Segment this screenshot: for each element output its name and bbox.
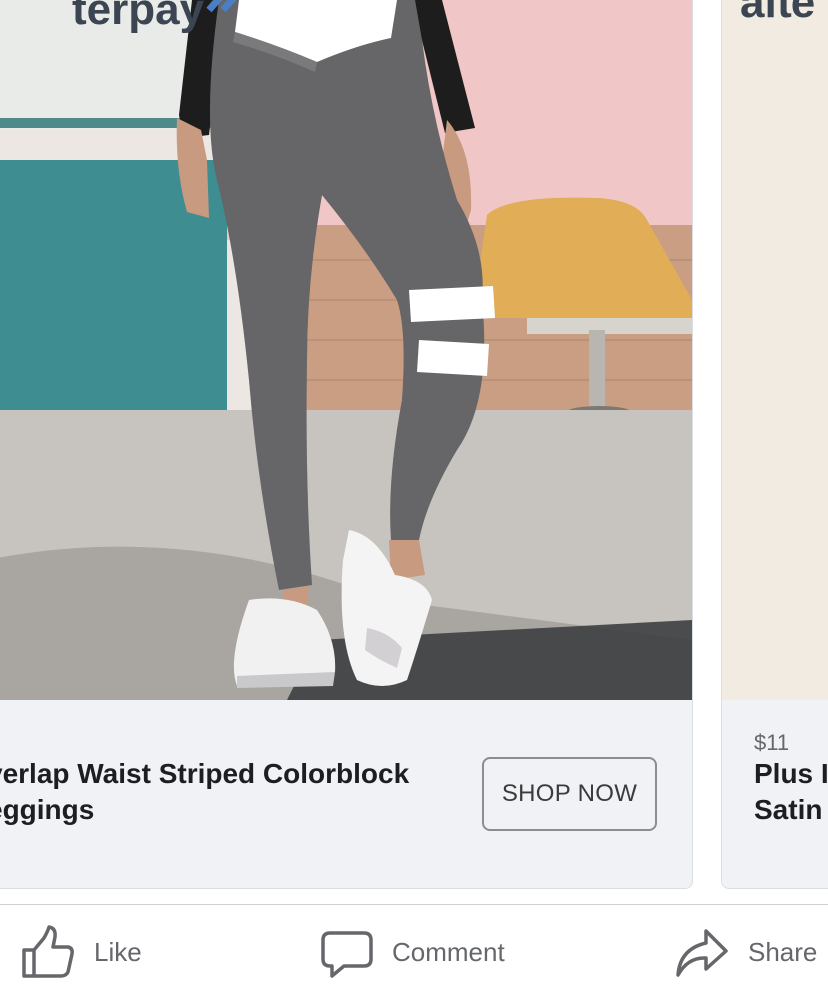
product-price: $11 xyxy=(754,730,790,755)
brand-watermark: terpay xyxy=(72,0,205,34)
product-info[interactable]: $11 Plus I Satin xyxy=(722,700,828,888)
product-title: verlap Waist Striped Colorblock eggings xyxy=(0,756,447,828)
share-arrow-icon xyxy=(676,928,728,977)
comment-label: Comment xyxy=(392,937,505,967)
product-title-line: eggings xyxy=(0,794,95,825)
share-label: Share xyxy=(748,937,818,967)
product-title-line: verlap Waist Striped Colorblock xyxy=(0,758,410,789)
like-label: Like xyxy=(94,937,142,967)
product-title-line: Plus I xyxy=(754,758,828,789)
like-button[interactable]: Like xyxy=(20,905,142,1000)
thumbs-up-icon xyxy=(22,924,74,978)
product-card[interactable]: afte $11 Plus I Satin xyxy=(721,0,828,889)
comment-button[interactable]: Comment xyxy=(318,905,505,1000)
product-card[interactable]: terpay 0 verlap Waist Striped Colorblock… xyxy=(0,0,693,889)
product-carousel[interactable]: terpay 0 verlap Waist Striped Colorblock… xyxy=(0,0,828,900)
product-photo: terpay xyxy=(0,0,692,700)
shop-now-button[interactable]: SHOP NOW xyxy=(482,757,657,831)
share-button[interactable]: Share xyxy=(674,905,817,1000)
speech-bubble-icon xyxy=(321,930,373,978)
product-title: Plus I Satin xyxy=(754,756,828,828)
product-image[interactable]: terpay xyxy=(0,0,692,700)
product-info[interactable]: 0 verlap Waist Striped Colorblock egging… xyxy=(0,700,692,888)
brand-watermark: afte xyxy=(740,0,815,27)
product-image[interactable]: afte xyxy=(722,0,828,700)
post-action-bar: Like Comment Share xyxy=(0,905,828,1000)
product-title-line: Satin xyxy=(754,794,823,825)
